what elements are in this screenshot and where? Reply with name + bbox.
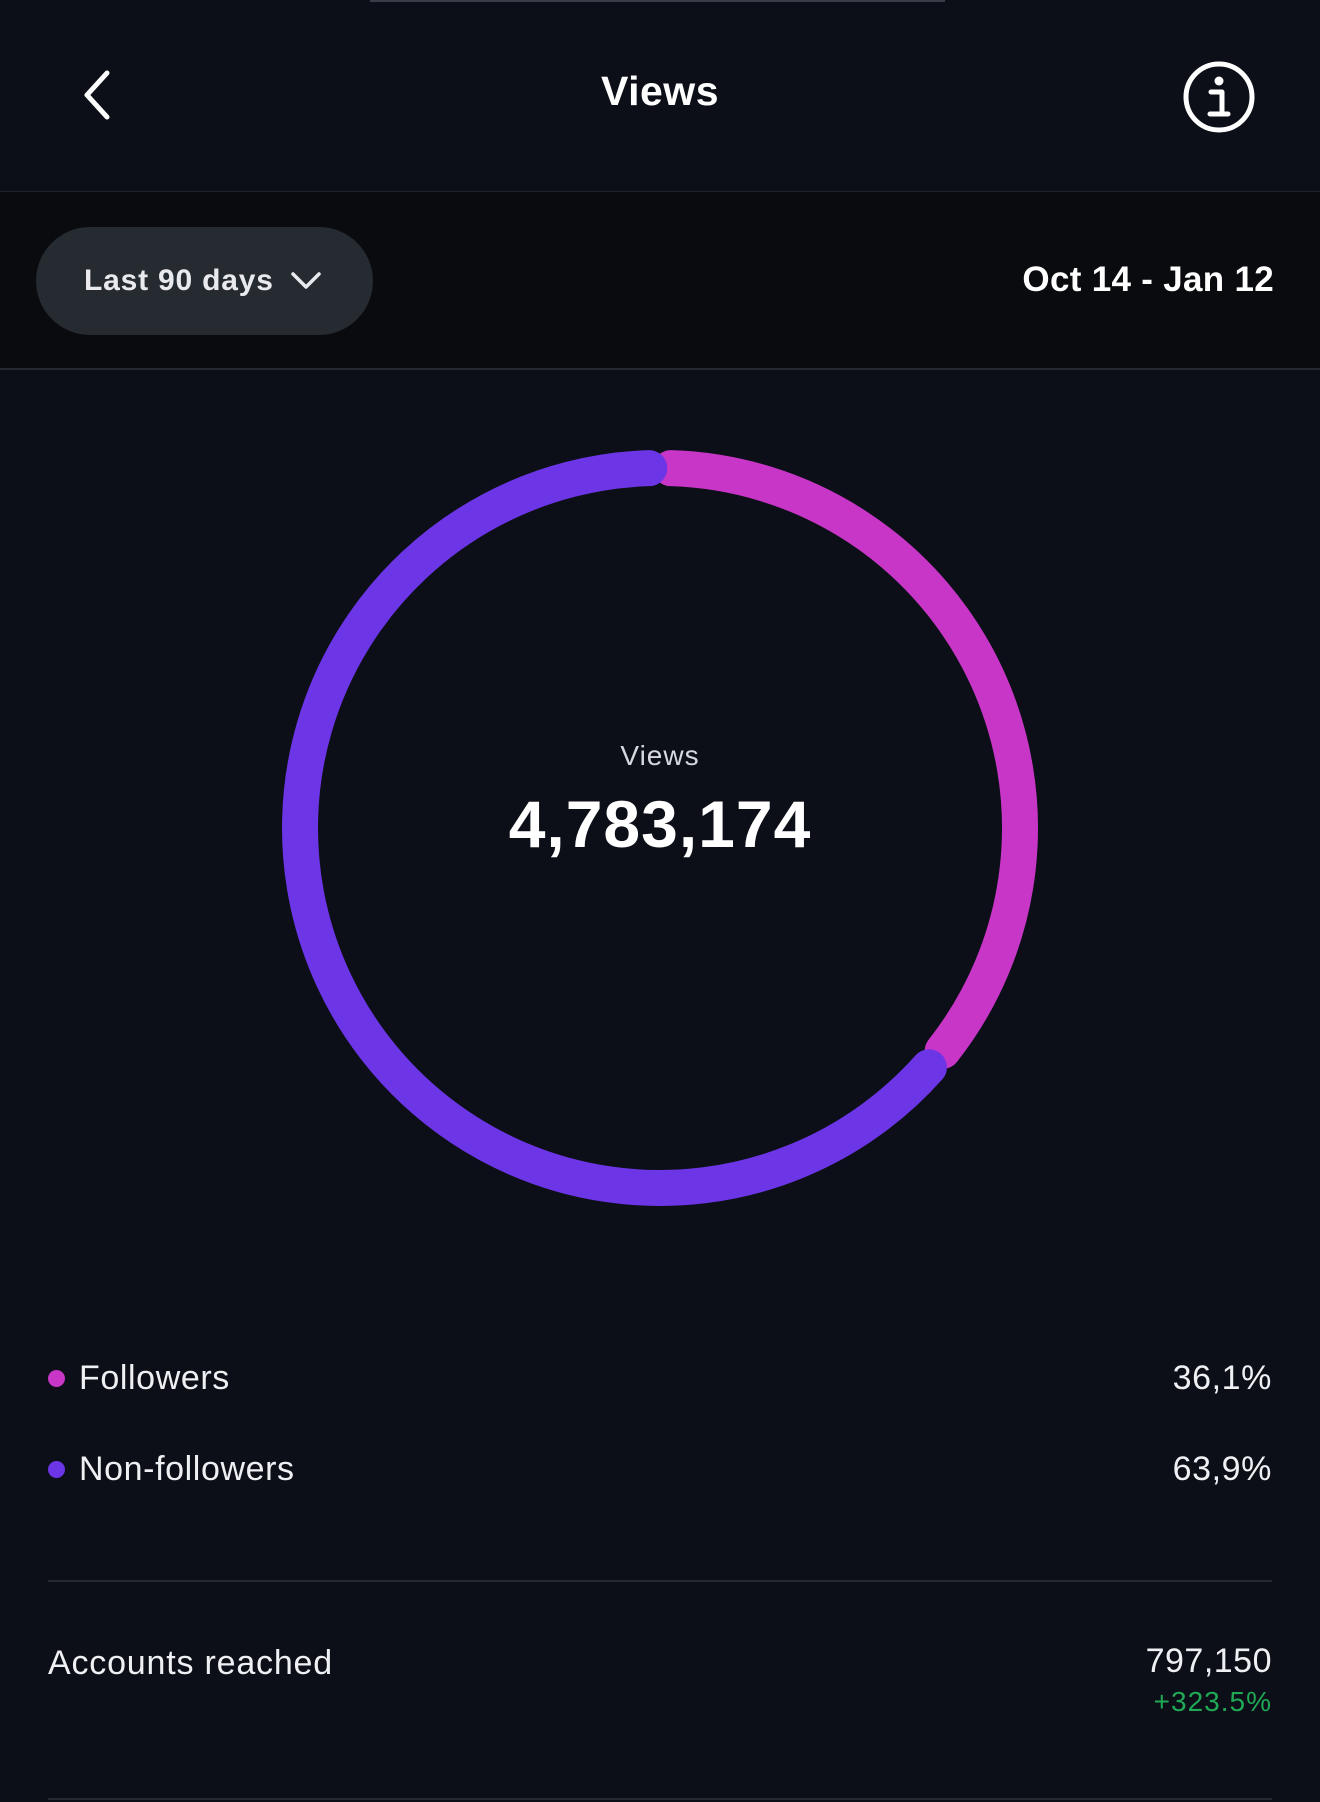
- total-views-value: 4,783,174: [508, 787, 812, 861]
- chevron-down-icon: [290, 272, 321, 289]
- metric-value: 797,150: [1145, 1642, 1272, 1680]
- followers-dot: [48, 1369, 65, 1387]
- metric-label: Accounts reached: [48, 1644, 333, 1682]
- date-range-dropdown[interactable]: Last 90 days: [36, 227, 373, 335]
- legend-item-followers: Followers 36,1%: [48, 1353, 1272, 1403]
- divider: [48, 1798, 1272, 1800]
- legend-item-non-followers: Non-followers 63,9%: [48, 1444, 1272, 1494]
- legend-label: Non-followers: [79, 1449, 295, 1488]
- date-range-text: Oct 14 - Jan 12: [1022, 260, 1274, 299]
- info-icon: [1183, 61, 1255, 133]
- header: Views: [0, 0, 1320, 192]
- metric-accounts-reached[interactable]: Accounts reached 797,150 +323.5%: [48, 1638, 1272, 1728]
- legend-value: 63,9%: [1172, 1449, 1272, 1488]
- legend-label: Followers: [79, 1358, 230, 1397]
- page-title: Views: [601, 68, 719, 114]
- legend-value: 36,1%: [1172, 1358, 1272, 1397]
- date-range-dropdown-label: Last 90 days: [84, 264, 274, 297]
- filter-bar: Last 90 days Oct 14 - Jan 12: [0, 192, 1320, 370]
- donut-center: Views 4,783,174: [280, 740, 1040, 862]
- total-label: Views: [620, 740, 700, 771]
- non-followers-dot: [48, 1460, 65, 1478]
- metric-change: +323.5%: [1153, 1686, 1272, 1717]
- divider: [48, 1580, 1272, 1582]
- info-button[interactable]: [1180, 58, 1258, 136]
